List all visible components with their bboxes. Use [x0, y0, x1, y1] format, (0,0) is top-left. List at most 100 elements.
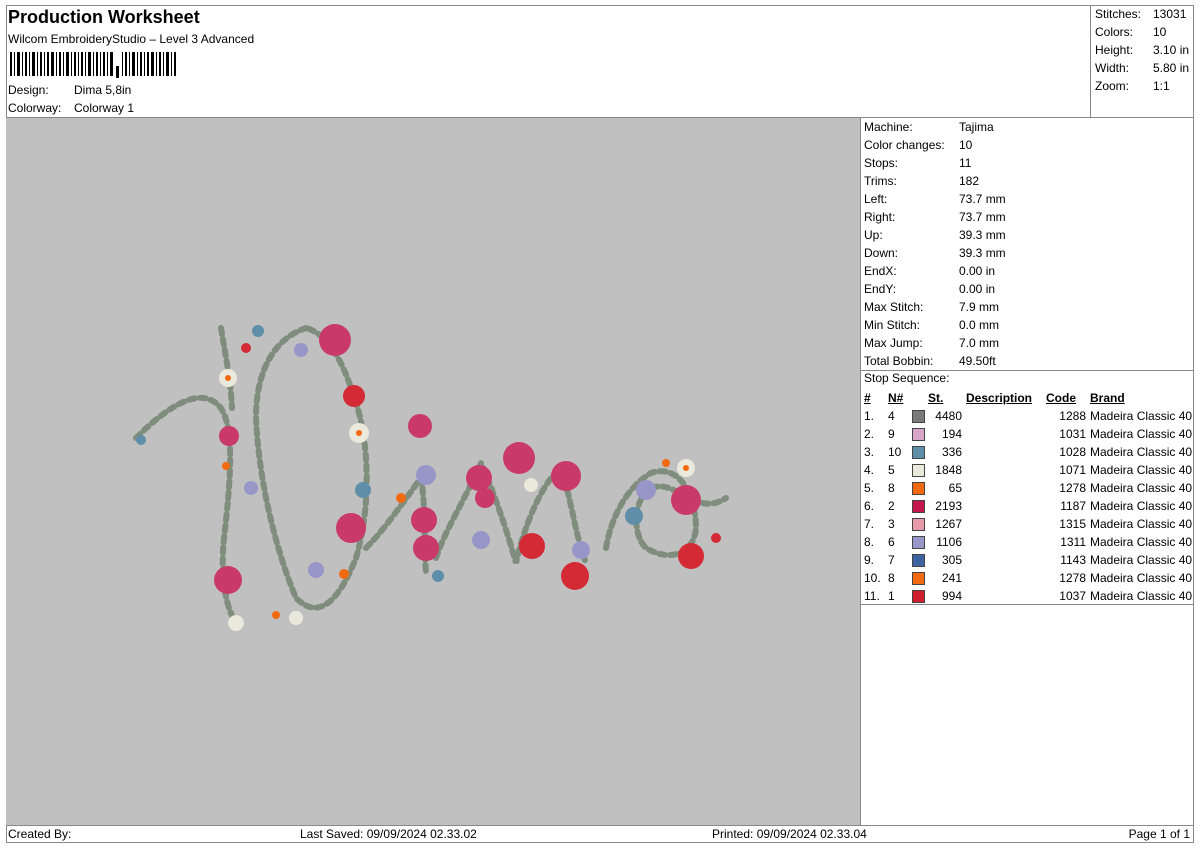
stop-sequence-caption: Stop Sequence: — [864, 371, 950, 385]
row-needle: 2 — [888, 498, 895, 513]
info-label: Color changes: — [864, 138, 945, 152]
row-description — [962, 569, 1046, 587]
info-value: 39.3 mm — [959, 228, 1006, 242]
row-brand: Madeira Classic 40 — [1090, 552, 1193, 567]
row-index: 9. — [864, 552, 875, 567]
info-row: Max Stitch: 7.9 mm — [864, 300, 1194, 318]
info-label: Left: — [864, 192, 888, 206]
color-swatch — [912, 517, 925, 531]
page-number: Page 1 of 1 — [1128, 827, 1190, 841]
stat-label: Width: — [1095, 61, 1130, 75]
info-label: Right: — [864, 210, 896, 224]
row-swatch — [908, 407, 928, 425]
row-code: 1278 — [1059, 480, 1086, 495]
row-description — [962, 515, 1046, 533]
info-value: 7.9 mm — [959, 300, 1000, 314]
row-needle: 8 — [888, 570, 895, 585]
info-label: Machine: — [864, 120, 913, 134]
row-index: 3. — [864, 444, 875, 459]
row-stitches: 2193 — [935, 498, 962, 513]
design-preview — [6, 118, 861, 825]
row-stitches: 65 — [948, 480, 962, 495]
stop-sequence: Stop Sequence: # N# St. Description Code… — [864, 371, 1194, 605]
info-label: Max Stitch: — [864, 300, 924, 314]
software-name: Wilcom EmbroideryStudio – Level 3 Advanc… — [8, 32, 255, 46]
row-brand: Madeira Classic 40 — [1090, 588, 1193, 603]
flowers — [136, 324, 721, 631]
table-divider — [861, 604, 1194, 605]
row-swatch — [908, 461, 928, 479]
design-value: Dima 5,8in — [74, 83, 132, 97]
col-brand: Brand — [1090, 390, 1125, 405]
info-value: 182 — [959, 174, 980, 188]
info-label: EndX: — [864, 264, 897, 278]
table-row: 7. 3 1267 1315 Madeira Classic 40 — [864, 515, 1192, 533]
table-row: 8. 6 1106 1311 Madeira Classic 40 — [864, 533, 1192, 551]
row-description — [962, 461, 1046, 479]
row-swatch — [908, 569, 928, 587]
last-saved: Last Saved: 09/09/2024 02.33.02 — [300, 827, 477, 841]
stat-row: Zoom: 1:1 — [1095, 78, 1191, 96]
table-row: 11. 1 994 1037 Madeira Classic 40 — [864, 587, 1192, 605]
stat-value: 1:1 — [1153, 79, 1170, 93]
colorway-label: Colorway: — [8, 101, 62, 115]
stat-label: Height: — [1095, 43, 1134, 57]
info-row: Stops: 11 — [864, 156, 1194, 174]
row-brand: Madeira Classic 40 — [1090, 516, 1193, 531]
col-description: Description — [966, 390, 1033, 405]
table-header-row: # N# St. Description Code Brand — [864, 389, 1192, 407]
stat-value: 5.80 in — [1153, 61, 1190, 75]
table-row: 4. 5 1848 1071 Madeira Classic 40 — [864, 461, 1192, 479]
stat-label: Colors: — [1095, 25, 1134, 39]
row-index: 8. — [864, 534, 875, 549]
row-needle: 9 — [888, 426, 895, 441]
info-label: EndY: — [864, 282, 897, 296]
row-needle: 7 — [888, 552, 895, 567]
worksheet-header: Production Worksheet Wilcom EmbroiderySt… — [8, 6, 1088, 118]
row-index: 11. — [864, 588, 880, 603]
row-stitches: 336 — [941, 444, 962, 459]
row-brand: Madeira Classic 40 — [1090, 444, 1193, 459]
row-code: 1315 — [1059, 516, 1086, 531]
table-row: 3. 10 336 1028 Madeira Classic 40 — [864, 443, 1192, 461]
page-title: Production Worksheet — [8, 7, 200, 27]
row-description — [962, 497, 1046, 515]
row-brand: Madeira Classic 40 — [1090, 462, 1193, 477]
colorway-field: Colorway: Colorway 1 — [8, 101, 134, 115]
stat-row: Width: 5.80 in — [1095, 60, 1191, 78]
row-description — [962, 479, 1046, 497]
info-row: Up: 39.3 mm — [864, 228, 1194, 246]
row-code: 1311 — [1060, 534, 1086, 549]
table-row: 10. 8 241 1278 Madeira Classic 40 — [864, 569, 1192, 587]
info-value: 73.7 mm — [959, 210, 1006, 224]
preview-divider — [860, 118, 861, 825]
col-index: # — [864, 390, 871, 405]
row-code: 1187 — [1060, 498, 1086, 513]
info-label: Down: — [864, 246, 899, 260]
info-row: EndX: 0.00 in — [864, 264, 1194, 282]
row-description — [962, 407, 1046, 425]
row-brand: Madeira Classic 40 — [1090, 498, 1193, 513]
info-value: 49.50ft — [959, 354, 996, 368]
row-swatch — [908, 479, 928, 497]
row-description — [962, 587, 1046, 605]
row-brand: Madeira Classic 40 — [1090, 534, 1193, 549]
info-label: Trims: — [864, 174, 897, 188]
row-stitches: 305 — [941, 552, 962, 567]
row-needle: 4 — [888, 408, 895, 423]
row-brand: Madeira Classic 40 — [1090, 570, 1193, 585]
stat-row: Colors: 10 — [1095, 24, 1191, 42]
row-stitches: 4480 — [935, 408, 962, 423]
color-swatch — [912, 463, 925, 477]
row-description — [962, 533, 1046, 551]
design-field: Design: Dima 5,8in — [8, 83, 131, 97]
info-label: Stops: — [864, 156, 899, 170]
stat-row: Stitches: 13031 — [1095, 6, 1191, 24]
info-label: Total Bobbin: — [864, 354, 934, 368]
row-code: 1071 — [1059, 462, 1086, 477]
row-index: 10. — [864, 570, 881, 585]
info-label: Max Jump: — [864, 336, 923, 350]
row-swatch — [908, 515, 928, 533]
stat-value: 13031 — [1153, 7, 1187, 21]
info-value: 0.00 in — [959, 264, 996, 278]
